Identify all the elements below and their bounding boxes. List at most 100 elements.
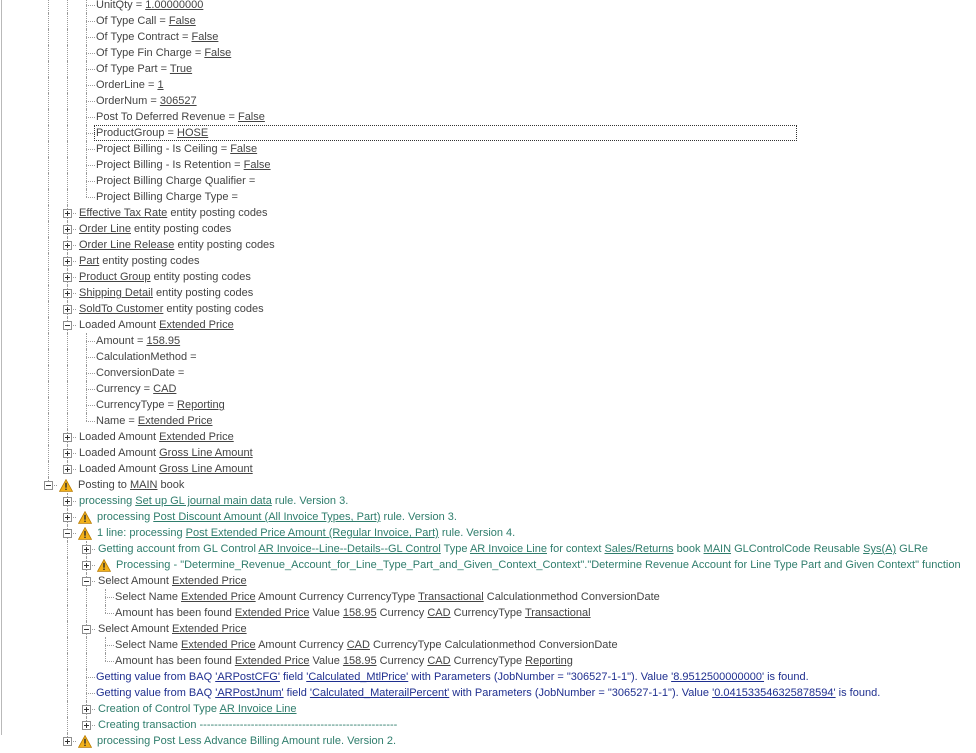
- expand-plus-icon[interactable]: [63, 289, 72, 298]
- tree-node-link[interactable]: '8.9512500000000': [671, 671, 764, 683]
- tree-node[interactable]: Amount has been found Extended Price Val…: [0, 605, 976, 621]
- tree-node-link[interactable]: Shipping Detail: [79, 287, 153, 299]
- tree-node-link[interactable]: AR Invoice--Line--Details--GL Control: [258, 543, 440, 555]
- tree-node[interactable]: Getting account from GL Control AR Invoi…: [0, 541, 976, 557]
- tree-node[interactable]: Select Amount Extended Price: [0, 621, 976, 637]
- tree-node-link[interactable]: Reporting: [177, 399, 225, 411]
- tree-node[interactable]: Currency = CAD: [0, 381, 976, 397]
- tree-node[interactable]: Creation of Control Type AR Invoice Line: [0, 701, 976, 717]
- tree-node[interactable]: Select Amount Extended Price: [0, 573, 976, 589]
- tree-node-link[interactable]: Extended Price: [159, 319, 234, 331]
- expand-plus-icon[interactable]: [63, 257, 72, 266]
- tree-node[interactable]: CalculationMethod =: [0, 349, 976, 365]
- tree-node[interactable]: Post To Deferred Revenue = False: [0, 109, 976, 125]
- tree-node-link[interactable]: False: [191, 31, 218, 43]
- tree-node-link[interactable]: SoldTo Customer: [79, 303, 163, 315]
- expand-plus-icon[interactable]: [63, 305, 72, 314]
- tree-node-link[interactable]: Gross Line Amount: [159, 447, 253, 459]
- tree-node[interactable]: Product Group entity posting codes: [0, 269, 976, 285]
- tree-node-link[interactable]: CAD: [427, 655, 450, 667]
- tree-node-link[interactable]: False: [230, 143, 257, 155]
- tree-node[interactable]: CurrencyType = Reporting: [0, 397, 976, 413]
- tree-node[interactable]: Of Type Fin Charge = False: [0, 45, 976, 61]
- tree-node-link[interactable]: Extended Price: [138, 415, 213, 427]
- tree-node-link[interactable]: AR Invoice Line: [470, 543, 547, 555]
- tree-node-link[interactable]: Reporting: [525, 655, 573, 667]
- tree-node-link[interactable]: Extended Price: [172, 623, 247, 635]
- tree-node-link[interactable]: False: [238, 111, 265, 123]
- expand-plus-icon[interactable]: [63, 465, 72, 474]
- tree-node-link[interactable]: 'ARPostCFG': [215, 671, 280, 683]
- tree-node-link[interactable]: Transactional: [418, 591, 484, 603]
- tree-node-link[interactable]: 1: [157, 79, 163, 91]
- tree-node[interactable]: OrderNum = 306527: [0, 93, 976, 109]
- tree-node-link[interactable]: Set up GL journal main data: [135, 495, 272, 507]
- tree-node-link[interactable]: Gross Line Amount: [159, 463, 253, 475]
- expand-plus-icon[interactable]: [63, 449, 72, 458]
- tree-node[interactable]: Loaded Amount Extended Price: [0, 429, 976, 445]
- expand-plus-icon[interactable]: [63, 273, 72, 282]
- tree-node-link[interactable]: 'Calculated_MtlPrice': [306, 671, 408, 683]
- tree-node-link[interactable]: True: [170, 63, 192, 75]
- tree-node-link[interactable]: 158.95: [343, 607, 377, 619]
- tree-node-link[interactable]: False: [169, 15, 196, 27]
- expand-plus-icon[interactable]: [82, 721, 91, 730]
- expand-plus-icon[interactable]: [63, 737, 72, 746]
- tree-node[interactable]: processing Post Discount Amount (All Inv…: [0, 509, 976, 525]
- tree-node-link[interactable]: AR Invoice Line: [219, 703, 296, 715]
- tree-node[interactable]: Getting value from BAQ 'ARPostCFG' field…: [0, 669, 976, 685]
- tree-node-link[interactable]: CAD: [347, 639, 370, 651]
- tree-node[interactable]: Order Line entity posting codes: [0, 221, 976, 237]
- tree-node[interactable]: Processing - "Determine_Revenue_Account_…: [0, 557, 976, 573]
- tree-node-link[interactable]: Extended Price: [235, 655, 310, 667]
- tree-node-link[interactable]: 158.95: [343, 655, 377, 667]
- tree-node[interactable]: Project Billing - Is Retention = False: [0, 157, 976, 173]
- tree-node[interactable]: Of Type Part = True: [0, 61, 976, 77]
- tree-node[interactable]: Project Billing - Is Ceiling = False: [0, 141, 976, 157]
- expand-plus-icon[interactable]: [63, 225, 72, 234]
- tree-node[interactable]: processing Set up GL journal main data r…: [0, 493, 976, 509]
- tree-node[interactable]: Getting value from BAQ 'ARPostJnum' fiel…: [0, 685, 976, 701]
- tree-node-link[interactable]: '0.041533546325878594': [712, 687, 836, 699]
- tree-node-link[interactable]: 1.00000000: [145, 0, 203, 11]
- tree-node-link[interactable]: MAIN: [704, 543, 732, 555]
- collapse-minus-icon[interactable]: [82, 625, 91, 634]
- tree-node[interactable]: Effective Tax Rate entity posting codes: [0, 205, 976, 221]
- tree-node[interactable]: Loaded Amount Gross Line Amount: [0, 445, 976, 461]
- tree-node-link[interactable]: Part: [79, 255, 99, 267]
- expand-plus-icon[interactable]: [82, 705, 91, 714]
- expand-plus-icon[interactable]: [63, 513, 72, 522]
- tree-node[interactable]: Select Name Extended Price Amount Curren…: [0, 637, 976, 653]
- tree-node[interactable]: Creating transaction -------------------…: [0, 717, 976, 733]
- tree-node-link[interactable]: Post Discount Amount (All Invoice Types,…: [153, 511, 380, 523]
- expand-plus-icon[interactable]: [82, 545, 91, 554]
- expand-plus-icon[interactable]: [63, 497, 72, 506]
- tree-node-link[interactable]: 'Calculated_MaterailPercent': [310, 687, 449, 699]
- tree-node[interactable]: Of Type Call = False: [0, 13, 976, 29]
- tree-node-link[interactable]: Extended Price: [181, 639, 256, 651]
- tree-node[interactable]: Loaded Amount Extended Price: [0, 317, 976, 333]
- tree-node[interactable]: Loaded Amount Gross Line Amount: [0, 461, 976, 477]
- tree-node[interactable]: SoldTo Customer entity posting codes: [0, 301, 976, 317]
- tree-node-link[interactable]: Order Line: [79, 223, 131, 235]
- tree-node[interactable]: UnitQty = 1.00000000: [0, 0, 976, 13]
- tree-node-link[interactable]: False: [204, 47, 231, 59]
- tree-node-link[interactable]: Product Group: [79, 271, 151, 283]
- tree-node-link[interactable]: Effective Tax Rate: [79, 207, 167, 219]
- tree-node[interactable]: Select Name Extended Price Amount Curren…: [0, 589, 976, 605]
- tree-node-link[interactable]: 'ARPostJnum': [215, 687, 283, 699]
- tree-node-link[interactable]: Transactional: [525, 607, 591, 619]
- tree-node[interactable]: processing Post Less Advance Billing Amo…: [0, 733, 976, 749]
- tree-node-link[interactable]: Extended Price: [172, 575, 247, 587]
- tree-node[interactable]: ConversionDate =: [0, 365, 976, 381]
- tree-node[interactable]: Order Line Release entity posting codes: [0, 237, 976, 253]
- tree-node-link[interactable]: Sales/Returns: [604, 543, 673, 555]
- collapse-minus-icon[interactable]: [44, 481, 53, 490]
- tree-node-link[interactable]: Extended Price: [159, 431, 234, 443]
- tree-node-link[interactable]: Extended Price: [181, 591, 256, 603]
- expand-plus-icon[interactable]: [63, 209, 72, 218]
- collapse-minus-icon[interactable]: [63, 321, 72, 330]
- tree-node[interactable]: Amount = 158.95: [0, 333, 976, 349]
- tree-node-link[interactable]: Extended Price: [235, 607, 310, 619]
- tree-node[interactable]: Amount has been found Extended Price Val…: [0, 653, 976, 669]
